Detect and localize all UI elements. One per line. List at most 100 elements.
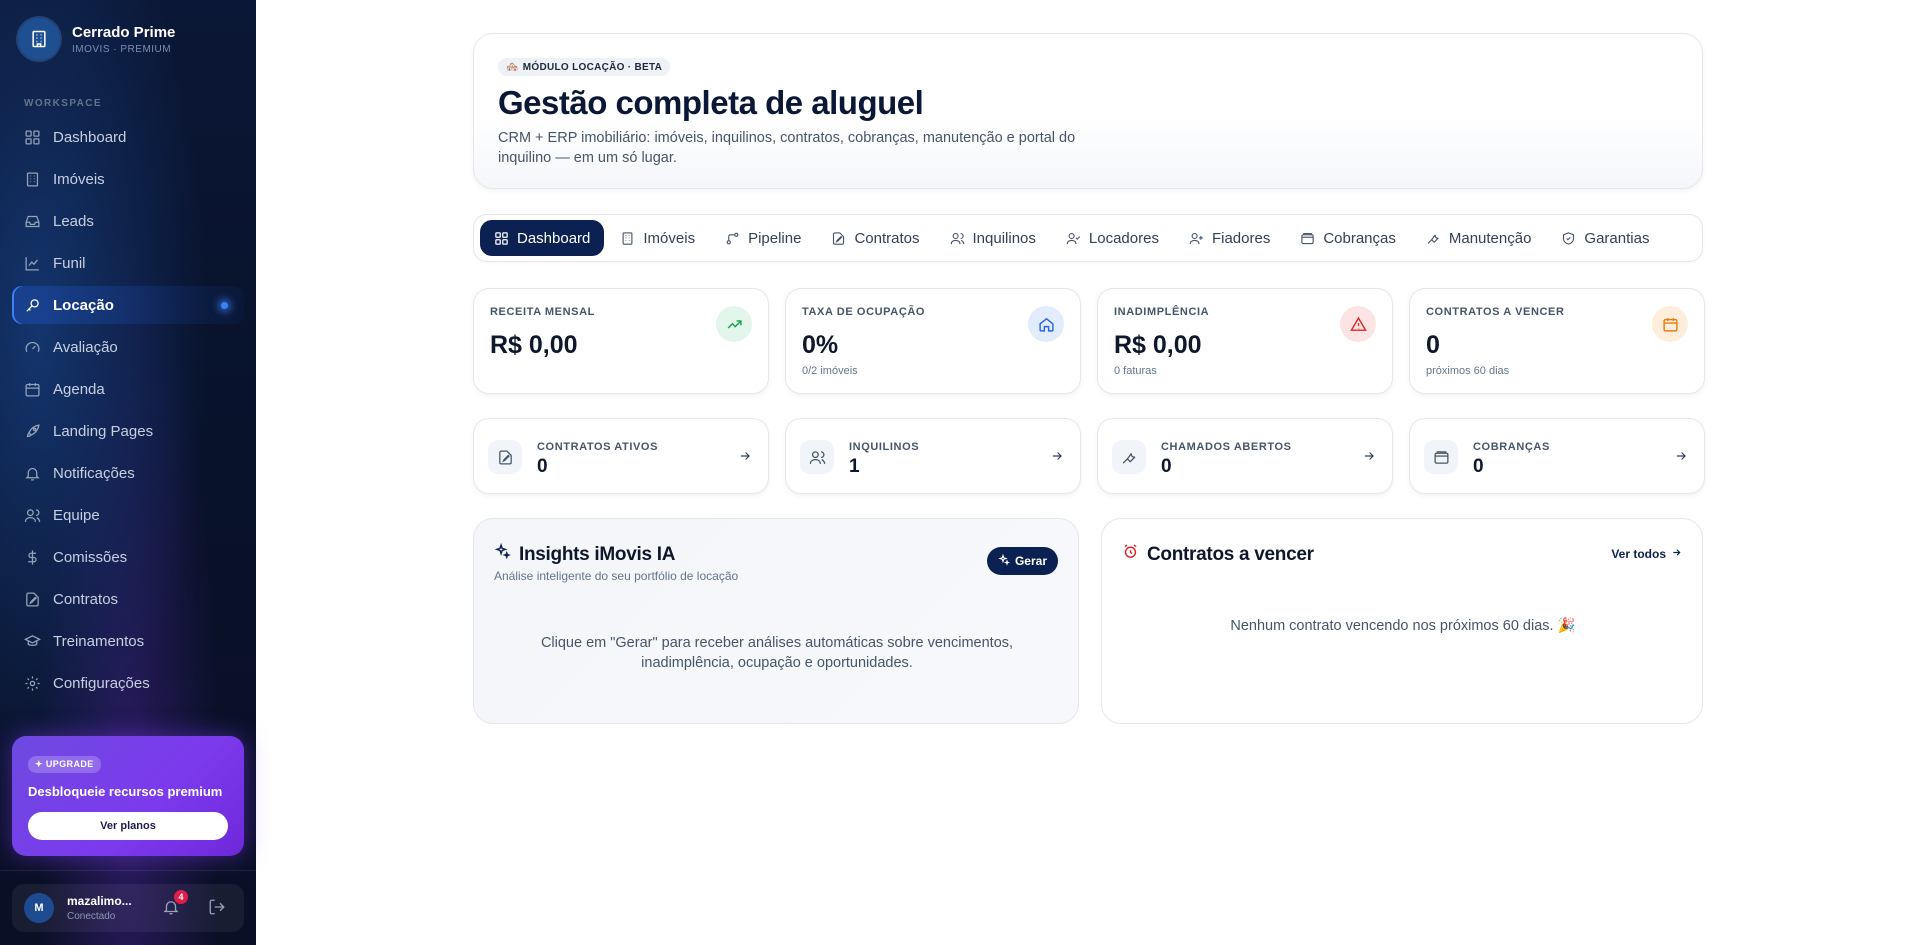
summary-chamados-abertos[interactable]: CHAMADOS ABERTOS 0 <box>1097 418 1393 494</box>
trending-up-icon <box>716 306 752 342</box>
sidebar-item-label: Configurações <box>53 674 150 692</box>
avatar[interactable]: M <box>24 893 54 923</box>
sidebar-item-label: Comissões <box>53 548 128 566</box>
key-icon <box>24 297 41 314</box>
summary-inquilinos[interactable]: INQUILINOS 1 <box>785 418 1081 494</box>
sidebar-item-contratos[interactable]: Contratos <box>12 580 244 618</box>
users-icon <box>950 231 965 246</box>
arrow-right-icon <box>1050 449 1064 468</box>
user-status: Conectado <box>67 911 116 922</box>
insights-card: Insights iMovis IA Análise inteligente d… <box>473 518 1079 724</box>
calendar-icon <box>24 381 41 398</box>
summary-label: CONTRATOS ATIVOS <box>537 441 659 453</box>
alert-triangle-icon <box>1340 306 1376 342</box>
sidebar-item-avaliacao[interactable]: Avaliação <box>12 328 244 366</box>
alarm-clock-icon <box>1122 543 1139 566</box>
tab-locadores[interactable]: Locadores <box>1052 220 1173 256</box>
sidebar-item-dashboard[interactable]: Dashboard <box>12 118 244 156</box>
sidebar-item-leads[interactable]: Leads <box>12 202 244 240</box>
tab-cobrancas[interactable]: Cobranças <box>1286 220 1410 256</box>
tab-label: Garantias <box>1584 229 1650 247</box>
summary-label: INQUILINOS <box>849 441 920 453</box>
brand[interactable]: Cerrado Prime IMOVIS · PREMIUM <box>18 18 175 60</box>
tab-inquilinos[interactable]: Inquilinos <box>936 220 1050 256</box>
sidebar-nav: Dashboard Imóveis Leads Funil Locação Av… <box>12 118 244 706</box>
arrow-right-icon <box>1362 449 1376 468</box>
gear-icon <box>24 675 41 692</box>
house-emoji-icon: 🏘️ <box>506 61 519 73</box>
shield-icon <box>1561 231 1576 246</box>
tab-imoveis[interactable]: Imóveis <box>606 220 709 256</box>
sidebar-item-landing-pages[interactable]: Landing Pages <box>12 412 244 450</box>
tab-manutencao[interactable]: Manutenção <box>1412 220 1546 256</box>
ver-planos-button[interactable]: Ver planos <box>28 812 228 840</box>
tab-label: Fiadores <box>1211 229 1271 247</box>
tab-garantias[interactable]: Garantias <box>1547 220 1663 256</box>
tab-contratos[interactable]: Contratos <box>817 220 933 256</box>
kpi-label: INADIMPLÊNCIA <box>1114 306 1210 318</box>
kpi-contratos-a-vencer: CONTRATOS A VENCER 0 próximos 60 dias <box>1409 288 1705 394</box>
sidebar-item-label: Landing Pages <box>53 422 154 440</box>
sidebar-item-imoveis[interactable]: Imóveis <box>12 160 244 198</box>
users-icon <box>24 507 41 524</box>
sidebar-item-locacao[interactable]: Locação <box>12 286 244 324</box>
sidebar-item-label: Dashboard <box>53 128 127 146</box>
sparkles-icon <box>494 542 511 566</box>
sidebar-item-equipe[interactable]: Equipe <box>12 496 244 534</box>
expiring-title: Contratos a vencer <box>1122 543 1314 566</box>
kpi-value: R$ 0,00 <box>1114 331 1202 359</box>
tab-dashboard[interactable]: Dashboard <box>480 220 605 256</box>
sidebar-item-treinamentos[interactable]: Treinamentos <box>12 622 244 660</box>
summary-label: COBRANÇAS <box>1473 441 1550 453</box>
sidebar-item-label: Funil <box>53 254 86 272</box>
gerar-button[interactable]: Gerar <box>986 547 1058 575</box>
summary-contratos-ativos[interactable]: CONTRATOS ATIVOS 0 <box>473 418 769 494</box>
gerar-button-label: Gerar <box>1014 554 1047 568</box>
file-signature-icon <box>488 440 522 474</box>
upgrade-badge: ✦ UPGRADE <box>28 756 101 773</box>
tab-label: Manutenção <box>1448 229 1532 247</box>
module-badge: 🏘️ MÓDULO LOCAÇÃO · BETA <box>498 58 671 76</box>
tab-label: Pipeline <box>748 229 802 247</box>
ver-todos-link[interactable]: Ver todos <box>1611 547 1682 561</box>
active-indicator <box>221 302 228 309</box>
sidebar-item-configuracoes[interactable]: Configurações <box>12 664 244 702</box>
insights-subtitle: Análise inteligente do seu portfólio de … <box>494 569 739 583</box>
user-check-icon <box>1066 231 1081 246</box>
summary-cobrancas[interactable]: COBRANÇAS 0 <box>1409 418 1705 494</box>
graduation-cap-icon <box>24 633 41 650</box>
arrow-right-icon <box>1674 449 1688 468</box>
wrench-icon <box>1426 231 1441 246</box>
building-logo-icon <box>18 18 60 60</box>
module-tabs: Dashboard Imóveis Pipeline Contratos Inq… <box>473 214 1703 262</box>
page-description: CRM + ERP imobiliário: imóveis, inquilin… <box>498 130 1076 166</box>
sparkles-icon: ✦ <box>35 759 43 769</box>
kpi-label: TAXA DE OCUPAÇÃO <box>802 306 926 318</box>
arrow-right-icon <box>738 449 752 468</box>
rocket-icon <box>24 423 41 440</box>
summary-value: 1 <box>849 456 860 477</box>
kpi-sub: próximos 60 dias <box>1426 365 1510 377</box>
kpi-sub: 0 faturas <box>1114 365 1157 377</box>
inbox-icon <box>24 213 41 230</box>
tab-fiadores[interactable]: Fiadores <box>1175 220 1284 256</box>
tab-label: Contratos <box>854 229 920 247</box>
sidebar-item-comissoes[interactable]: Comissões <box>12 538 244 576</box>
sidebar: Cerrado Prime IMOVIS · PREMIUM WORKSPACE… <box>0 0 256 945</box>
sidebar-item-agenda[interactable]: Agenda <box>12 370 244 408</box>
sparkles-icon <box>998 553 1011 569</box>
dollar-icon <box>24 549 41 566</box>
home-icon <box>1028 306 1064 342</box>
brand-name: Cerrado Prime <box>72 23 176 41</box>
sidebar-item-label: Equipe <box>53 506 100 524</box>
calendar-icon <box>1652 306 1688 342</box>
sidebar-item-label: Leads <box>53 212 94 230</box>
sidebar-item-notificacoes[interactable]: Notificações <box>12 454 244 492</box>
sidebar-item-label: Imóveis <box>53 170 105 188</box>
hero-card: 🏘️ MÓDULO LOCAÇÃO · BETA Gestão completa … <box>473 33 1703 189</box>
sidebar-item-funil[interactable]: Funil <box>12 244 244 282</box>
kpi-receita-mensal: RECEITA MENSAL R$ 0,00 <box>473 288 769 394</box>
logout-icon[interactable] <box>208 898 226 921</box>
tab-pipeline[interactable]: Pipeline <box>711 220 815 256</box>
insights-title: Insights iMovis IA <box>494 542 675 566</box>
